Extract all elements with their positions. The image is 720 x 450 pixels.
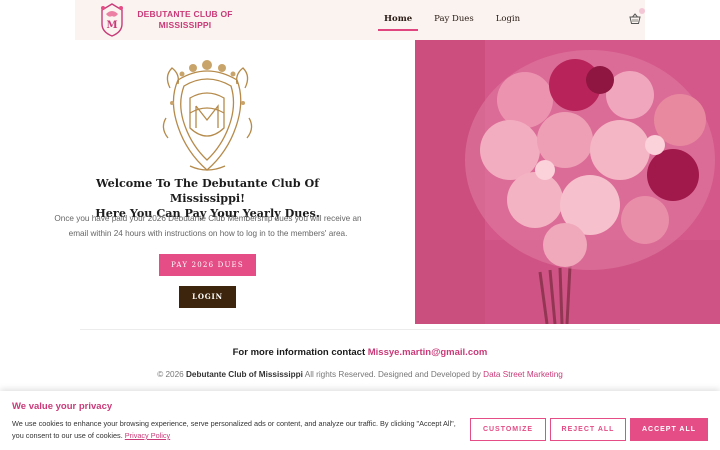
main-nav: Home Pay Dues Login — [378, 0, 526, 40]
contact-line: For more information contact Missye.mart… — [0, 347, 720, 358]
cookie-consent-banner: We value your privacy We use cookies to … — [0, 391, 720, 450]
cart-count-badge — [639, 8, 645, 14]
customize-cookies-button[interactable]: CUSTOMIZE — [470, 418, 546, 441]
nav-pay-dues[interactable]: Pay Dues — [428, 0, 480, 31]
welcome-heading-line-1: Welcome To The Debutante Club Of Mississ… — [95, 176, 320, 205]
login-button[interactable]: LOGIN — [179, 286, 236, 308]
cookie-title: We value your privacy — [12, 401, 113, 412]
hero-bouquet-image — [415, 40, 720, 324]
contact-email-link[interactable]: Missye.martin@gmail.com — [368, 347, 488, 358]
accept-all-button[interactable]: ACCEPT ALL — [630, 418, 708, 441]
developer-link[interactable]: Data Street Marketing — [483, 370, 563, 379]
nav-login[interactable]: Login — [490, 0, 526, 31]
footer-divider — [80, 329, 640, 330]
welcome-body-text: Once you have paid your 2026 Debutante C… — [54, 214, 362, 238]
copyright-org: Debutante Club of Mississippi — [186, 370, 303, 379]
club-crest-logo — [162, 60, 253, 171]
bouquet-illustration — [415, 40, 720, 324]
privacy-policy-link[interactable]: Privacy Policy — [125, 431, 170, 440]
contact-prefix: For more information contact — [232, 347, 366, 358]
copyright-prefix: © 2026 — [157, 370, 184, 379]
site-header: M DEBUTANTE CLUB OF MISSISSIPPI Home Pay… — [75, 0, 645, 40]
nav-home[interactable]: Home — [378, 0, 419, 31]
logo-line-1: DEBUTANTE CLUB OF — [137, 9, 233, 19]
svg-text:M: M — [106, 20, 117, 31]
logo-line-2: MISSISSIPPI — [158, 20, 212, 30]
reject-all-button[interactable]: REJECT ALL — [550, 418, 626, 441]
copyright-line: © 2026 Debutante Club of Mississippi All… — [0, 370, 720, 379]
site-logo-text[interactable]: DEBUTANTE CLUB OF MISSISSIPPI — [135, 9, 235, 31]
cookie-description: We use cookies to enhance your browsing … — [12, 419, 456, 440]
logo-crest-icon[interactable]: M — [97, 2, 127, 38]
basket-icon[interactable] — [629, 13, 641, 25]
cookie-text: We use cookies to enhance your browsing … — [12, 418, 462, 442]
copyright-middle: All rights Reserved. Designed and Develo… — [304, 370, 481, 379]
pay-dues-button[interactable]: PAY 2026 DUES — [159, 254, 256, 276]
